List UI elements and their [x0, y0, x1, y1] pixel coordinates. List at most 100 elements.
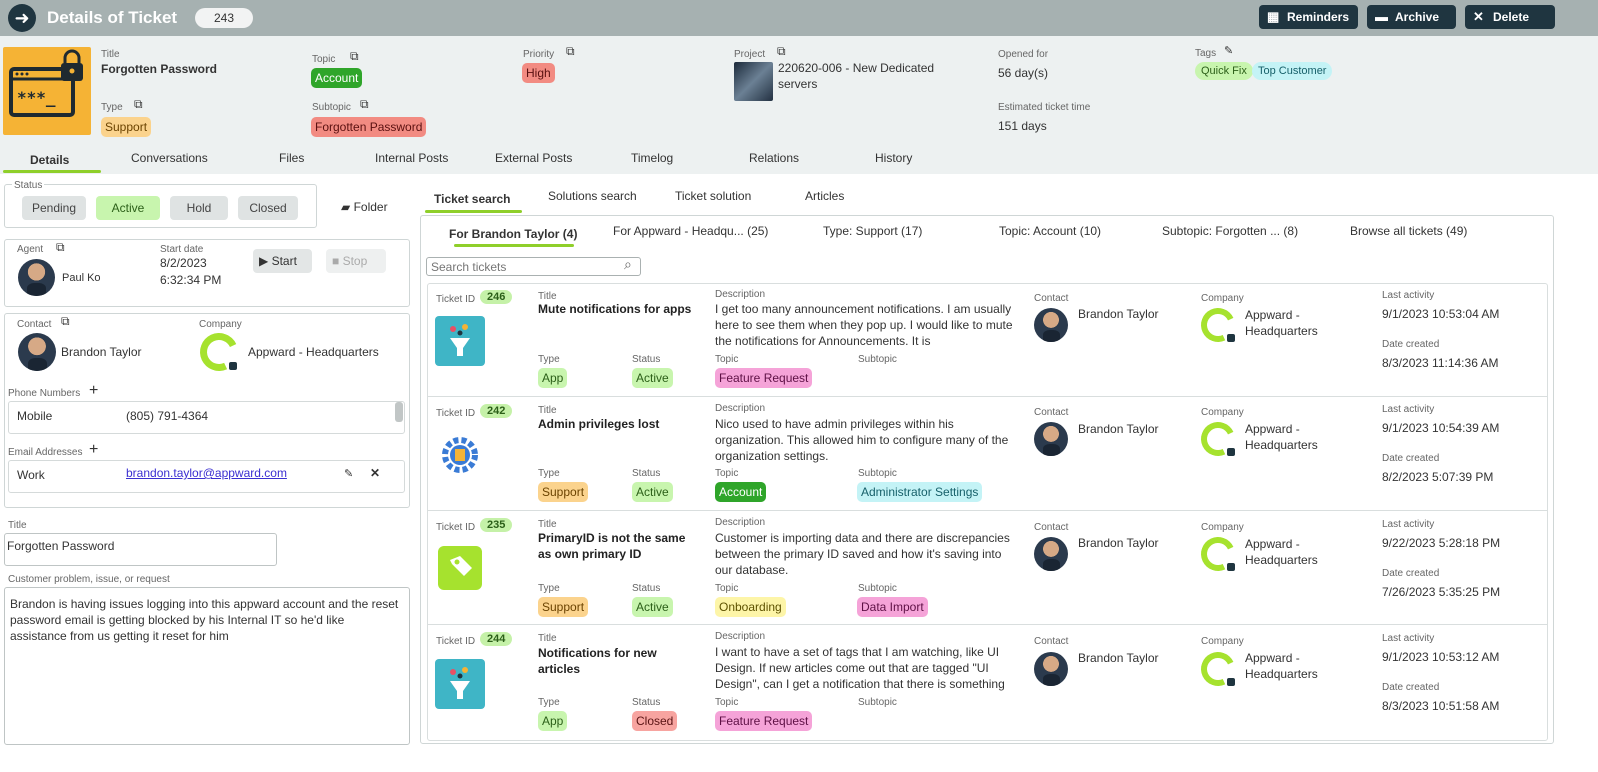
type-col-label: Type	[538, 354, 560, 365]
description-col-label: Description	[715, 517, 766, 528]
status-pending-button[interactable]: Pending	[22, 196, 86, 220]
funnel-icon	[450, 324, 470, 356]
active-tab-indicator	[3, 170, 101, 173]
tab-internal-posts[interactable]: Internal Posts	[375, 151, 448, 165]
status-label: Status	[12, 180, 45, 191]
tab-solutions-search[interactable]: Solutions search	[548, 189, 637, 203]
filter-tab[interactable]: Type: Support (17)	[823, 224, 922, 238]
contact-label: Contact	[17, 319, 52, 330]
filter-tab[interactable]: Topic: Account (10)	[999, 224, 1101, 238]
start-date-label: Start date	[160, 244, 204, 255]
ticket-id-badge: 235	[480, 518, 513, 532]
ticket-title[interactable]: PrimaryID is not the same as own primary…	[538, 530, 688, 562]
subtopic-label: Subtopic	[312, 102, 351, 113]
date-created: 8/3/2023 10:51:58 AM	[1382, 699, 1500, 713]
type-col-label: Type	[538, 697, 560, 708]
company-logo-mark	[1227, 563, 1235, 571]
tab-articles[interactable]: Articles	[805, 189, 844, 203]
contact-col-label: Contact	[1034, 407, 1069, 418]
contact-name: Brandon Taylor	[1078, 307, 1159, 321]
phone-number[interactable]: (805) 791-4364	[126, 409, 208, 423]
scrollbar[interactable]	[395, 402, 403, 422]
filter-tab[interactable]: Browse all tickets (49)	[1350, 224, 1467, 238]
external-link-icon[interactable]: ⧉	[56, 240, 65, 255]
title-input[interactable]: Forgotten Password	[4, 533, 277, 566]
topic-chip: Account	[715, 482, 767, 502]
project-name[interactable]: 220620-006 - New Dedicated servers	[778, 60, 958, 92]
subtopic-col-label: Subtopic	[858, 468, 897, 479]
tab-ticket-solution[interactable]: Ticket solution	[675, 189, 751, 203]
contact-col-label: Contact	[1034, 636, 1069, 647]
title-col-label: Title	[538, 633, 557, 644]
external-link-icon[interactable]: ⧉	[134, 97, 143, 112]
status-closed-button[interactable]: Closed	[238, 196, 298, 220]
close-icon[interactable]: ✕	[370, 466, 380, 480]
search-icon[interactable]: ⌕	[624, 256, 632, 273]
archive-icon: ▬	[1375, 9, 1388, 24]
phone-type: Mobile	[17, 409, 53, 423]
external-link-icon[interactable]: ⧉	[360, 97, 369, 112]
status-chip: Active	[632, 482, 673, 502]
back-arrow-icon[interactable]: ➜	[8, 4, 36, 32]
problem-label: Customer problem, issue, or request	[8, 574, 170, 585]
external-link-icon[interactable]: ⧉	[777, 44, 786, 59]
external-link-icon[interactable]: ⧉	[350, 49, 359, 64]
tab-ticket-search[interactable]: Ticket search	[434, 192, 511, 206]
pencil-icon[interactable]: ✎	[344, 467, 353, 480]
problem-textarea[interactable]: Brandon is having issues logging into th…	[4, 587, 410, 745]
ticket-id-badge: 242	[480, 404, 513, 418]
external-link-icon[interactable]: ⧉	[566, 44, 575, 59]
type-chip: App	[538, 368, 568, 388]
archive-button[interactable]: ▬ Archive	[1367, 5, 1456, 29]
status-hold-button[interactable]: Hold	[170, 196, 228, 220]
ticket-title[interactable]: Admin privileges lost	[538, 416, 698, 432]
opened-label: Opened for	[998, 49, 1049, 60]
company-logo-mark	[1227, 334, 1235, 342]
add-email-icon[interactable]: +	[89, 441, 98, 459]
last-activity: 9/22/2023 5:28:18 PM	[1382, 536, 1501, 550]
folder-button[interactable]: ▰ Folder	[341, 200, 388, 214]
form-title-label: Title	[8, 520, 27, 531]
tab-files[interactable]: Files	[279, 151, 304, 165]
filter-tab[interactable]: For Brandon Taylor (4)	[449, 227, 577, 241]
start-button[interactable]: ▶ Start	[253, 249, 312, 273]
topic-col-label: Topic	[715, 468, 739, 479]
tags-label: Tags	[1195, 48, 1217, 59]
description-col-label: Description	[715, 289, 766, 300]
date-created: 8/3/2023 11:14:36 AM	[1382, 356, 1499, 370]
topic-chip: Account	[311, 68, 363, 88]
opened-value: 56 day(s)	[998, 66, 1049, 80]
filter-tab[interactable]: Subtopic: Forgotten ... (8)	[1162, 224, 1298, 238]
ticket-title[interactable]: Mute notifications for apps	[538, 301, 708, 317]
tab-external-posts[interactable]: External Posts	[495, 151, 572, 165]
title-col-label: Title	[538, 519, 557, 530]
delete-button[interactable]: ✕ Delete	[1465, 5, 1555, 29]
tab-details[interactable]: Details	[30, 153, 69, 167]
status-active-button[interactable]: Active	[96, 196, 160, 220]
tab-relations[interactable]: Relations	[749, 151, 799, 165]
ticket-id-badge: 244	[480, 632, 513, 646]
ticket-title[interactable]: Notifications for new articles	[538, 645, 678, 677]
subtopic-chip: Administrator Settings	[857, 482, 983, 502]
pencil-icon[interactable]: ✎	[1224, 44, 1233, 57]
tab-conversations[interactable]: Conversations	[131, 151, 208, 165]
external-link-icon[interactable]: ⧉	[61, 314, 70, 329]
tab-timelog[interactable]: Timelog	[631, 151, 673, 165]
estimated-value: 151 days	[998, 119, 1047, 133]
add-phone-icon[interactable]: +	[89, 382, 98, 400]
stop-button[interactable]: ■ Stop	[326, 249, 386, 273]
subtopic-col-label: Subtopic	[858, 697, 897, 708]
topic-col-label: Topic	[715, 697, 739, 708]
email-link[interactable]: brandon.taylor@appward.com	[126, 466, 287, 480]
search-input[interactable]	[426, 257, 641, 276]
topic-label: Topic	[312, 54, 336, 65]
contact-name: Brandon Taylor	[1078, 651, 1159, 665]
company-logo-mark	[1227, 678, 1235, 686]
tab-history[interactable]: History	[875, 151, 912, 165]
company-name: Appward - Headquarters	[1245, 308, 1318, 338]
start-date: 8/2/2023	[160, 256, 207, 270]
project-label: Project	[734, 49, 766, 60]
reminders-button[interactable]: ▦ Reminders	[1259, 5, 1358, 29]
filter-tab[interactable]: For Appward - Headqu... (25)	[613, 224, 768, 238]
ticket-description: I get too many announcement notification…	[715, 302, 1013, 348]
